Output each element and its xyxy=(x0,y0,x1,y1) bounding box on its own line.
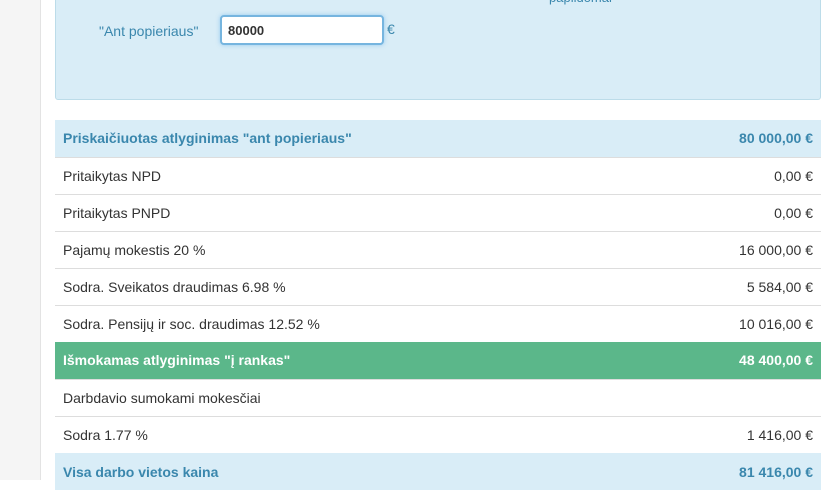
row-label: Sodra. Pensijų ir soc. draudimas 12.52 % xyxy=(55,304,647,342)
salary-breakdown-table: Priskaičiuotas atlyginimas "ant popieria… xyxy=(55,120,821,490)
row-label: Darbdavio sumokami mokesčiai xyxy=(55,378,647,416)
form-hint-text: papildomai xyxy=(549,0,612,5)
gross-salary-row: Priskaičiuotas atlyginimas "ant popieria… xyxy=(55,120,821,157)
row-label: Pritaikytas NPD xyxy=(55,156,647,194)
pnpd-row: Pritaikytas PNPD 0,00 € xyxy=(55,193,821,231)
pension-insurance-row: Sodra. Pensijų ir soc. draudimas 12.52 %… xyxy=(55,304,821,342)
left-sidebar xyxy=(0,0,41,480)
row-value: 81 416,00 € xyxy=(646,453,821,490)
row-value: 10 016,00 € xyxy=(646,304,821,342)
row-label: Pritaikytas PNPD xyxy=(55,193,647,231)
row-label: Sodra 1.77 % xyxy=(55,415,647,453)
row-value: 16 000,00 € xyxy=(646,230,821,268)
total-job-cost-row: Visa darbo vietos kaina 81 416,00 € xyxy=(55,453,821,490)
employer-sodra-row: Sodra 1.77 % 1 416,00 € xyxy=(55,415,821,453)
npd-row: Pritaikytas NPD 0,00 € xyxy=(55,156,821,194)
income-tax-row: Pajamų mokestis 20 % 16 000,00 € xyxy=(55,230,821,268)
row-value xyxy=(646,378,821,416)
row-label: Visa darbo vietos kaina xyxy=(55,453,647,490)
currency-symbol: € xyxy=(387,21,395,37)
gross-salary-label: "Ant popieriaus" xyxy=(99,23,199,39)
health-insurance-row: Sodra. Sveikatos draudimas 6.98 % 5 584,… xyxy=(55,267,821,305)
salary-form-panel: papildomai "Ant popieriaus" € xyxy=(55,0,821,100)
row-value: 0,00 € xyxy=(646,156,821,194)
net-salary-row: Išmokamas atlyginimas "į rankas" 48 400,… xyxy=(55,342,821,379)
row-value: 0,00 € xyxy=(646,193,821,231)
row-value: 1 416,00 € xyxy=(646,415,821,453)
row-value: 80 000,00 € xyxy=(646,120,821,157)
gross-salary-input[interactable] xyxy=(220,15,384,45)
row-value: 5 584,00 € xyxy=(646,267,821,305)
employer-taxes-header-row: Darbdavio sumokami mokesčiai xyxy=(55,378,821,416)
row-label: Sodra. Sveikatos draudimas 6.98 % xyxy=(55,267,647,305)
row-value: 48 400,00 € xyxy=(646,342,821,379)
row-label: Išmokamas atlyginimas "į rankas" xyxy=(55,342,647,379)
row-label: Pajamų mokestis 20 % xyxy=(55,230,647,268)
row-label: Priskaičiuotas atlyginimas "ant popieria… xyxy=(55,120,647,157)
